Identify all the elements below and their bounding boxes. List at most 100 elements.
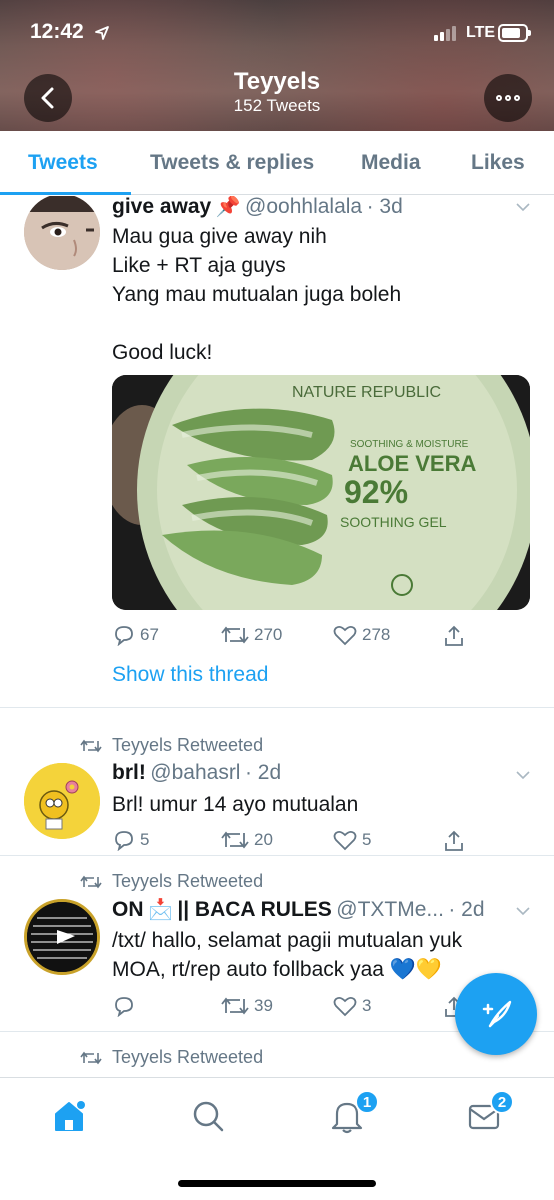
more-options-button[interactable] [484, 74, 532, 122]
tweet[interactable]: Teyyels Retweeted brl! @bahasrl · 2d Brl… [0, 708, 554, 856]
svg-text:NATURE REPUBLIC: NATURE REPUBLIC [292, 384, 441, 401]
reply-icon [115, 831, 133, 851]
like-button[interactable]: 278 [332, 624, 390, 646]
avatar[interactable] [24, 196, 100, 270]
retweet-count: 270 [254, 625, 283, 644]
retweet-count: 39 [254, 996, 273, 1015]
home-tab[interactable] [49, 1096, 89, 1136]
chevron-down-icon[interactable] [516, 200, 530, 214]
messages-badge: 2 [490, 1090, 514, 1114]
tweet-author-name-rest[interactable]: || BACA RULES [177, 898, 331, 921]
reply-button[interactable]: 5 [112, 829, 149, 851]
heart-icon [333, 625, 357, 646]
face-avatar-image [24, 196, 100, 270]
profile-name: Teyyels [233, 68, 321, 95]
heart-icon [333, 830, 357, 851]
profile-header: 12:42 LTE Teyyels 152 Tweets [0, 0, 554, 131]
avatar[interactable] [24, 763, 100, 839]
compose-feather-icon [482, 1000, 512, 1028]
tweet-author-handle[interactable]: @oohhlalala [245, 196, 362, 218]
like-button[interactable]: 5 [332, 829, 371, 851]
tweet[interactable]: give away 📌 @oohhlalala · 3d Mau gua giv… [0, 196, 554, 708]
tweet-time: · 3d [366, 196, 403, 218]
avatar[interactable] [24, 899, 100, 975]
tweet-feed[interactable]: give away 📌 @oohhlalala · 3d Mau gua giv… [0, 196, 554, 1076]
chevron-down-icon[interactable] [516, 768, 530, 782]
chevron-down-icon[interactable] [516, 904, 530, 918]
tweet-actions: 5 20 5 [112, 829, 532, 857]
tweet-time: · 2d [244, 761, 282, 784]
reply-button[interactable]: 67 [112, 624, 159, 646]
svg-text:SOOTHING GEL: SOOTHING GEL [340, 514, 447, 530]
notifications-tab[interactable]: 1 [327, 1090, 379, 1136]
retweet-button[interactable]: 39 [220, 995, 273, 1017]
retweet-button[interactable]: 20 [220, 829, 273, 851]
cartoon-avatar-image [24, 763, 100, 839]
search-icon [193, 1101, 224, 1132]
reply-icon [115, 626, 133, 646]
svg-text:SOOTHING & MOISTURE: SOOTHING & MOISTURE [350, 439, 469, 450]
tweet-image[interactable]: NATURE REPUBLIC SOOTHING & MOISTURE ALOE… [112, 375, 530, 610]
home-indicator [178, 1180, 376, 1187]
battery-icon [498, 24, 531, 42]
active-tab-indicator [0, 192, 131, 195]
heart-icon [333, 996, 357, 1017]
tweet-author-handle[interactable]: @TXTMe... [336, 898, 444, 921]
tweet-actions: 67 270 278 [112, 624, 532, 652]
search-tab[interactable] [188, 1096, 228, 1136]
envelope-emoji: 📩 [147, 899, 173, 921]
tab-likes[interactable]: Likes [471, 151, 525, 175]
reply-button[interactable] [112, 995, 140, 1017]
notifications-badge: 1 [355, 1090, 379, 1114]
tweet-author-name[interactable]: ON [112, 898, 144, 921]
dot-icon [514, 95, 520, 101]
messages-tab[interactable]: 2 [466, 1090, 514, 1136]
tab-tweets-replies[interactable]: Tweets & replies [150, 151, 314, 175]
like-count: 5 [362, 830, 372, 849]
svg-text:92%: 92% [344, 474, 408, 510]
reply-count: 5 [140, 830, 150, 849]
retweet-count: 20 [254, 830, 273, 849]
tweet-author-handle[interactable]: @bahasrl [150, 761, 240, 784]
retweeted-by-label[interactable]: Teyyels Retweeted [112, 735, 263, 756]
tab-tweets[interactable]: Tweets [28, 151, 98, 175]
tweet-time: · 2d [448, 898, 485, 921]
reply-icon [115, 997, 133, 1017]
text-pattern-avatar-image [27, 902, 97, 972]
aloe-vera-jar-image: NATURE REPUBLIC SOOTHING & MOISTURE ALOE… [112, 375, 530, 610]
like-count: 3 [362, 996, 372, 1015]
like-count: 278 [362, 625, 391, 644]
tweet-author-name[interactable]: brl! [112, 761, 146, 784]
signal-icon [434, 26, 456, 41]
retweeted-by-label[interactable]: Teyyels Retweeted [112, 1047, 263, 1068]
dot-icon [505, 95, 511, 101]
tweet-count: 152 Tweets [233, 96, 321, 115]
svg-text:ALOE VERA: ALOE VERA [348, 451, 476, 476]
retweet-small-icon [80, 875, 102, 889]
home-icon [55, 1101, 85, 1131]
tweet-author-name[interactable]: give away [112, 196, 211, 218]
status-time: 12:42 [30, 20, 84, 43]
retweet-small-icon [80, 1051, 102, 1065]
reply-count: 67 [140, 625, 159, 644]
tweet-text: /txt/ hallo, selamat pagii mutualan yuk … [112, 929, 463, 981]
retweet-small-icon [80, 739, 102, 753]
retweeted-by-label[interactable]: Teyyels Retweeted [112, 871, 263, 892]
retweet-icon [221, 997, 249, 1015]
location-arrow-icon [95, 26, 109, 40]
retweet-button[interactable]: 270 [220, 624, 282, 646]
tab-media[interactable]: Media [361, 151, 421, 175]
network-label: LTE [466, 24, 496, 41]
compose-tweet-button[interactable] [455, 973, 537, 1055]
like-button[interactable]: 3 [332, 995, 371, 1017]
profile-tabs: Tweets Tweets & replies Media Likes [0, 131, 554, 195]
share-icon [445, 830, 463, 851]
share-button[interactable] [442, 624, 466, 648]
retweet-icon [221, 831, 249, 849]
share-button[interactable] [442, 829, 466, 853]
pushpin-emoji: 📌 [215, 196, 241, 218]
tweet-text: Mau gua give away nih Like + RT aja guys… [112, 225, 402, 364]
share-icon [445, 625, 463, 646]
tweet-text: Brl! umur 14 ayo mutualan [112, 793, 359, 816]
show-thread-link[interactable]: Show this thread [112, 663, 268, 687]
